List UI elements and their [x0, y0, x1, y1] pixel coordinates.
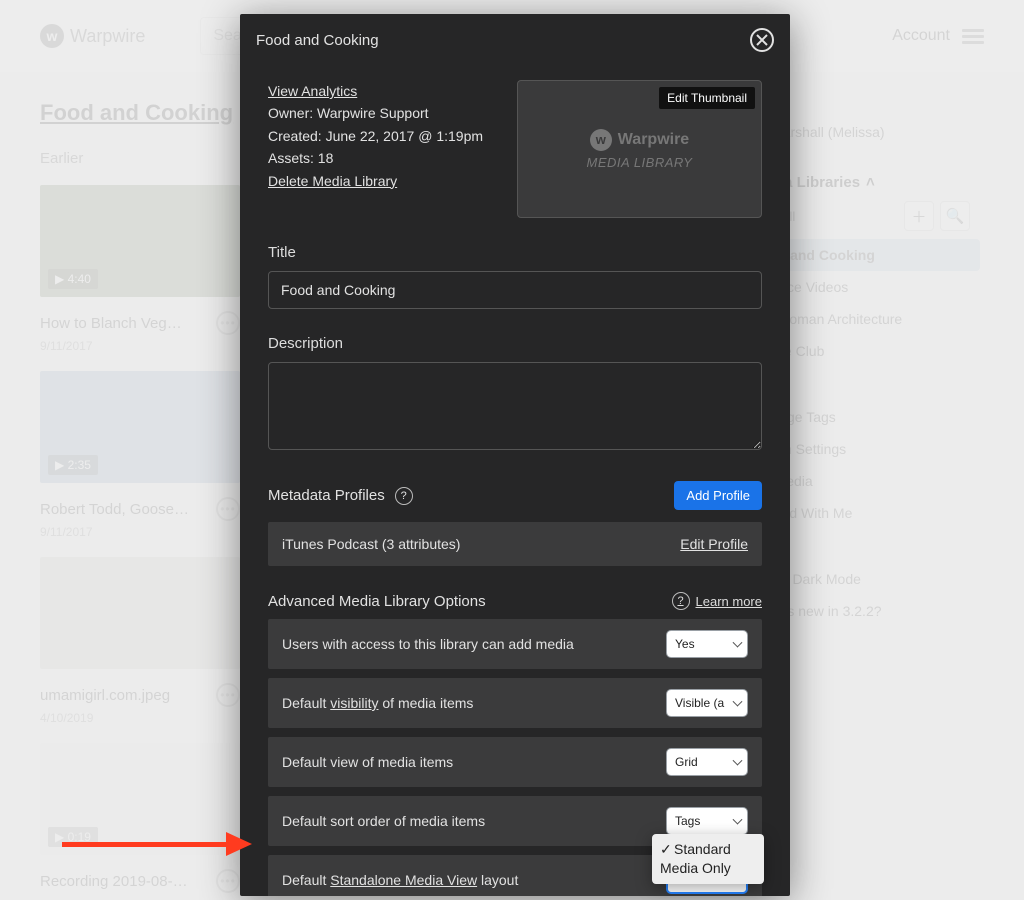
option-select[interactable]: Grid	[666, 748, 748, 776]
edit-thumbnail-button[interactable]: Edit Thumbnail	[659, 87, 755, 109]
title-label: Title	[268, 244, 762, 261]
dropdown-popover[interactable]: ✓Standard Media Only	[652, 834, 764, 884]
thumbnail-preview: Edit Thumbnail w Warpwire MEDIA LIBRARY	[517, 80, 762, 218]
description-input[interactable]	[268, 362, 762, 450]
library-settings-modal: Food and Cooking View Analytics Owner: W…	[240, 14, 790, 896]
advanced-options-heading: Advanced Media Library Options	[268, 593, 486, 610]
option-select[interactable]: Yes	[666, 630, 748, 658]
add-profile-button[interactable]: Add Profile	[674, 481, 762, 510]
option-row-add-media: Users with access to this library can ad…	[268, 619, 762, 669]
learn-more-link[interactable]: ? Learn more	[672, 592, 762, 610]
description-label: Description	[268, 335, 762, 352]
check-icon: ✓	[660, 840, 674, 859]
created-line: Created: June 22, 2017 @ 1:19pm	[268, 128, 483, 144]
option-select[interactable]: Tags	[666, 807, 748, 835]
owner-line: Owner: Warpwire Support	[268, 105, 429, 121]
help-icon: ?	[672, 592, 690, 610]
option-row-view: Default view of media items Grid	[268, 737, 762, 787]
title-input[interactable]	[268, 271, 762, 309]
help-icon[interactable]: ?	[395, 487, 413, 505]
close-icon	[756, 34, 768, 46]
brand-logo-icon: w	[590, 129, 612, 151]
close-button[interactable]	[750, 28, 774, 52]
modal-title: Food and Cooking	[256, 32, 379, 49]
metadata-profile-row: iTunes Podcast (3 attributes) Edit Profi…	[268, 522, 762, 566]
view-analytics-link[interactable]: View Analytics	[268, 83, 357, 99]
option-row-visibility: Default visibility of media items Visibl…	[268, 678, 762, 728]
metadata-profiles-heading: Metadata Profiles	[268, 487, 385, 504]
edit-profile-link[interactable]: Edit Profile	[680, 536, 748, 552]
option-select[interactable]: Visible (a	[666, 689, 748, 717]
assets-line: Assets: 18	[268, 150, 333, 166]
delete-library-link[interactable]: Delete Media Library	[268, 173, 397, 189]
